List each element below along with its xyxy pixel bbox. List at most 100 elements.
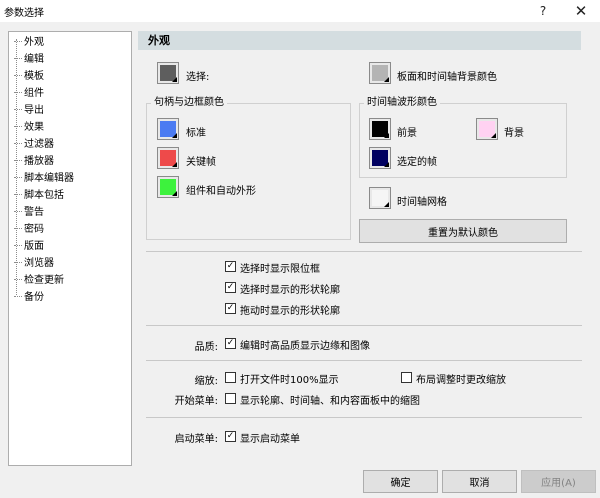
show-launch-menu-label: 显示启动菜单 [240, 434, 300, 445]
sidebar-item[interactable]: 密码 [14, 221, 44, 238]
close-button[interactable]: ✕ [568, 1, 594, 21]
sidebar-item-label: 密码 [24, 224, 44, 235]
separator [146, 251, 582, 252]
sidebar-item-label: 导出 [24, 105, 44, 116]
tree-connector [14, 91, 22, 93]
sidebar-item-label: 编辑 [24, 54, 44, 65]
sidebar-item[interactable]: 过滤器 [14, 136, 54, 153]
sidebar-item-label: 脚本包括 [24, 190, 64, 201]
sidebar-item[interactable]: 组件 [14, 85, 44, 102]
selected-frame-color-label: 选定的帧 [397, 157, 437, 168]
sidebar-item[interactable]: 导出 [14, 102, 44, 119]
tree-connector [14, 278, 22, 280]
sidebar-item[interactable]: 备份 [14, 289, 44, 306]
tree-connector [14, 125, 22, 127]
high-quality-checkbox[interactable]: ✓ [225, 338, 236, 349]
keyframe-color-swatch[interactable] [157, 147, 179, 169]
tree-connector [14, 74, 22, 76]
sidebar-item[interactable]: 模板 [14, 68, 44, 85]
component-color-label: 组件和自动外形 [186, 186, 256, 197]
sidebar-item-label: 外观 [24, 37, 44, 48]
tree-connector [14, 244, 22, 246]
sidebar-item-label: 效果 [24, 122, 44, 133]
tree-connector [14, 227, 22, 229]
sidebar-item-label: 备份 [24, 292, 44, 303]
help-button[interactable]: ? [530, 1, 556, 21]
tree-connector [14, 193, 22, 195]
sidebar-item[interactable]: 播放器 [14, 153, 54, 170]
background-color-label: 背景 [504, 128, 524, 139]
show-launch-menu-checkbox[interactable]: ✓ [225, 431, 236, 442]
thumbnails-checkbox[interactable] [225, 393, 236, 404]
layout-zoom-checkbox[interactable] [401, 372, 412, 383]
sidebar-item[interactable]: 脚本编辑器 [14, 170, 74, 187]
sidebar-item-label: 脚本编辑器 [24, 173, 74, 184]
reset-colors-button[interactable]: 重置为默认颜色 [359, 219, 567, 243]
drag-outline-checkbox[interactable]: ✓ [225, 303, 236, 314]
sidebar-item-label: 浏览器 [24, 258, 54, 269]
sidebar-item-label: 播放器 [24, 156, 54, 167]
sidebar-item[interactable]: 检查更新 [14, 272, 64, 289]
drag-outline-label: 拖动时显示的形状轮廓 [240, 306, 340, 317]
sidebar-item[interactable]: 外观 [14, 34, 44, 51]
show-bounds-label: 选择时显示限位框 [240, 264, 320, 275]
component-color-swatch[interactable] [157, 176, 179, 198]
sidebar-item[interactable]: 效果 [14, 119, 44, 136]
waveform-group-title: 时间轴波形颜色 [364, 97, 440, 109]
sidebar-item[interactable]: 脚本包括 [14, 187, 64, 204]
show-outline-checkbox[interactable]: ✓ [225, 282, 236, 293]
tree-connector [14, 142, 22, 144]
foreground-color-swatch[interactable] [369, 118, 391, 140]
show-bounds-checkbox[interactable]: ✓ [225, 261, 236, 272]
tree-connector [14, 57, 22, 59]
title-bar [0, 0, 600, 22]
section-header: 外观 [138, 31, 581, 50]
separator [146, 325, 582, 326]
tree-connector [14, 159, 22, 161]
layout-zoom-label: 布局调整时更改缩放 [416, 375, 506, 386]
open-100-label: 打开文件时100%显示 [240, 375, 339, 386]
start-menu-label: 开始菜单: [174, 396, 218, 407]
tree-connector [14, 261, 22, 263]
sidebar-item[interactable]: 警告 [14, 204, 44, 221]
separator [146, 360, 582, 361]
standard-color-swatch[interactable] [157, 118, 179, 140]
sidebar-item-label: 组件 [24, 88, 44, 99]
selection-color-swatch[interactable] [157, 62, 179, 84]
zoom-label: 缩放: [194, 376, 218, 387]
show-outline-label: 选择时显示的形状轮廓 [240, 285, 340, 296]
open-100-checkbox[interactable] [225, 372, 236, 383]
quality-label: 品质: [194, 342, 218, 353]
separator [146, 417, 582, 418]
background-color-swatch[interactable] [476, 118, 498, 140]
board-bg-color-swatch[interactable] [369, 62, 391, 84]
window-title: 参数选择 [4, 8, 44, 19]
tree-connector [14, 295, 22, 297]
tree-connector [14, 40, 22, 42]
foreground-color-label: 前景 [397, 128, 417, 139]
sidebar-item-label: 版面 [24, 241, 44, 252]
timeline-grid-color-label: 时间轴网格 [397, 197, 447, 208]
selected-frame-color-swatch[interactable] [369, 147, 391, 169]
timeline-grid-color-swatch[interactable] [369, 187, 391, 209]
keyframe-color-label: 关键帧 [186, 157, 216, 168]
standard-color-label: 标准 [186, 128, 206, 139]
thumbnails-label: 显示轮廓、时间轴、和内容面板中的缩图 [240, 396, 420, 407]
sidebar-item[interactable]: 版面 [14, 238, 44, 255]
cancel-button[interactable]: 取消 [442, 470, 517, 493]
board-bg-color-label: 板面和时间轴背景颜色 [397, 72, 497, 83]
launch-menu-label: 启动菜单: [174, 434, 218, 445]
handle-group-title: 句柄与边框颜色 [151, 97, 227, 109]
ok-button[interactable]: 确定 [363, 470, 438, 493]
high-quality-label: 编辑时高品质显示边缘和图像 [240, 341, 370, 352]
sidebar-item[interactable]: 浏览器 [14, 255, 54, 272]
selection-color-label: 选择: [186, 72, 210, 83]
sidebar-item-label: 警告 [24, 207, 44, 218]
sidebar-item-label: 检查更新 [24, 275, 64, 286]
sidebar-item-label: 过滤器 [24, 139, 54, 150]
tree-connector [14, 176, 22, 178]
apply-button[interactable]: 应用(A) [521, 470, 596, 493]
tree-connector [14, 210, 22, 212]
sidebar-item-label: 模板 [24, 71, 44, 82]
sidebar-item[interactable]: 编辑 [14, 51, 44, 68]
